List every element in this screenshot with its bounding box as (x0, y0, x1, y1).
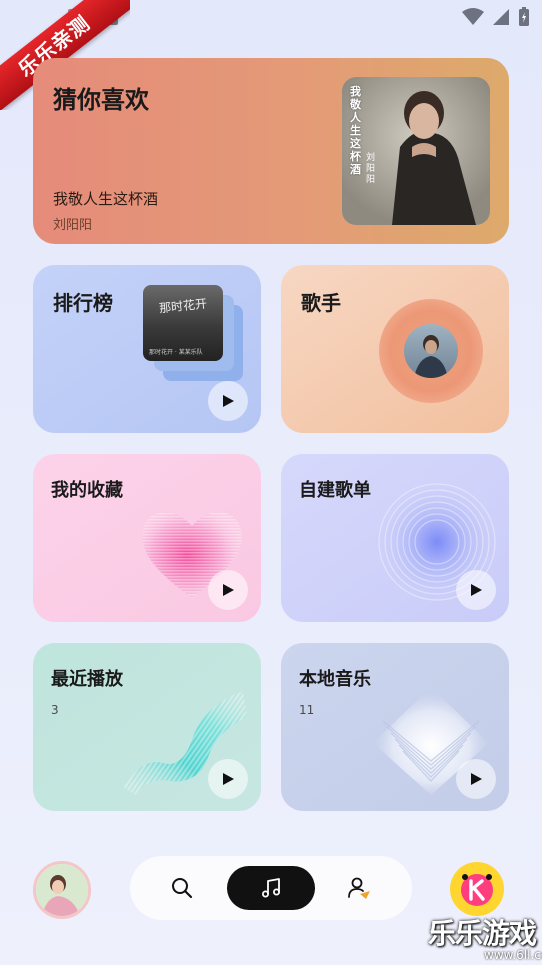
watermark-text: 乐乐游戏 (428, 917, 537, 950)
k-logo-icon (461, 874, 493, 906)
local-play-button[interactable] (456, 759, 496, 799)
play-icon (471, 584, 482, 596)
guess-title: 猜你喜欢 (53, 86, 149, 114)
chart-card[interactable]: 排行榜 那时花开 那时花开 · 某某乐队 (33, 265, 261, 433)
status-icons (462, 7, 530, 27)
custom-playlist-title: 自建歌单 (299, 480, 371, 501)
local-music-card[interactable]: 本地音乐 11 (281, 643, 509, 811)
favorites-card[interactable]: 我的收藏 (33, 454, 261, 622)
play-icon (223, 773, 234, 785)
profile-tab[interactable] (346, 875, 372, 905)
local-count: 11 (299, 703, 315, 717)
album-art (342, 77, 490, 225)
favorites-title: 我的收藏 (51, 480, 123, 501)
local-title: 本地音乐 (299, 669, 371, 690)
recent-count: 3 (51, 703, 59, 717)
album-thumb-caption: 那时花开 · 某某乐队 (149, 349, 203, 356)
album-thumb: 那时花开 那时花开 · 某某乐队 (143, 285, 223, 361)
album-thumb-text: 那时花开 (158, 296, 208, 316)
search-icon (172, 878, 193, 899)
recent-played-card[interactable]: 最近播放 3 (33, 643, 261, 811)
search-tab[interactable] (170, 876, 194, 904)
kuwo-music-icon[interactable] (450, 862, 504, 916)
album-cover[interactable]: 我敬人生这杯酒 刘阳阳 (342, 77, 490, 225)
wifi-icon (462, 8, 484, 25)
site-watermark: 乐乐游戏 www.6ll.com (428, 912, 542, 965)
watermark-url: www.6ll.com (484, 948, 542, 962)
chart-play-button[interactable] (208, 381, 248, 421)
recent-play-button[interactable] (208, 759, 248, 799)
chart-title: 排行榜 (53, 291, 113, 315)
song-title: 我敬人生这杯酒 (53, 190, 159, 208)
bottom-navigation (130, 856, 412, 920)
cover-artist: 刘阳阳 (366, 153, 376, 185)
favorites-play-button[interactable] (208, 570, 248, 610)
singer-photo (404, 324, 458, 378)
user-avatar[interactable] (33, 861, 91, 919)
music-note-icon (262, 878, 280, 898)
music-tab[interactable] (227, 866, 315, 910)
singer-card[interactable]: 歌手 (281, 265, 509, 433)
play-icon (471, 773, 482, 785)
signal-icon (493, 9, 509, 25)
battery-icon (519, 7, 529, 26)
play-icon (223, 584, 234, 596)
avatar-image (36, 864, 88, 916)
custom-playlist-play-button[interactable] (456, 570, 496, 610)
custom-playlist-card[interactable]: 自建歌单 (281, 454, 509, 622)
singer-title: 歌手 (301, 291, 341, 315)
cover-title: 我敬人生这杯酒 (350, 85, 361, 176)
user-icon (348, 877, 370, 899)
play-icon (223, 395, 234, 407)
guess-you-like-card[interactable]: 猜你喜欢 我敬人生这杯酒 刘阳阳 我敬人生这杯酒 刘阳阳 (33, 58, 509, 244)
artist-name: 刘阳阳 (53, 218, 93, 233)
